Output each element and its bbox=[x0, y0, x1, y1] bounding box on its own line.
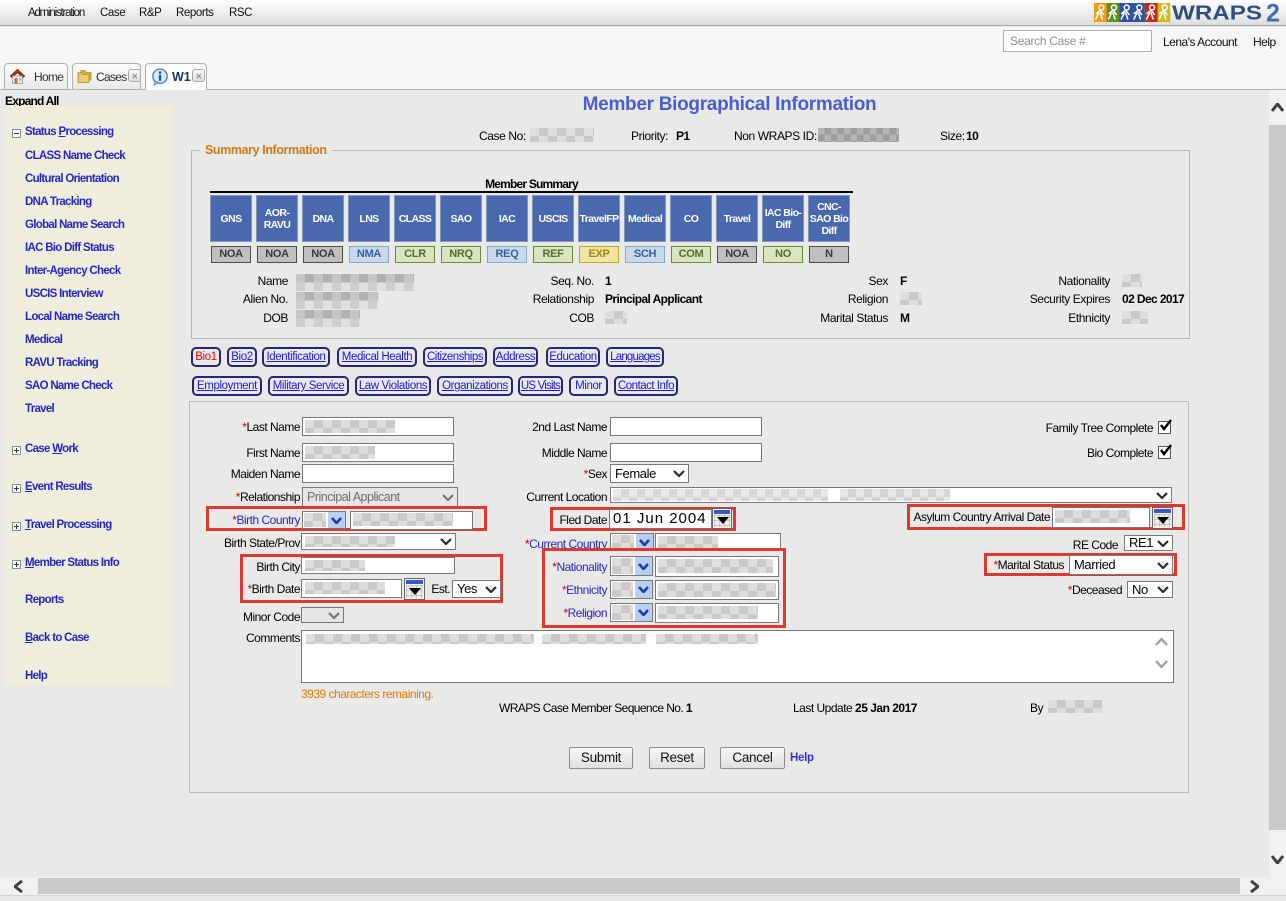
svg-text:2: 2 bbox=[1266, 3, 1280, 24]
svg-text:WRAPS: WRAPS bbox=[1172, 3, 1262, 24]
